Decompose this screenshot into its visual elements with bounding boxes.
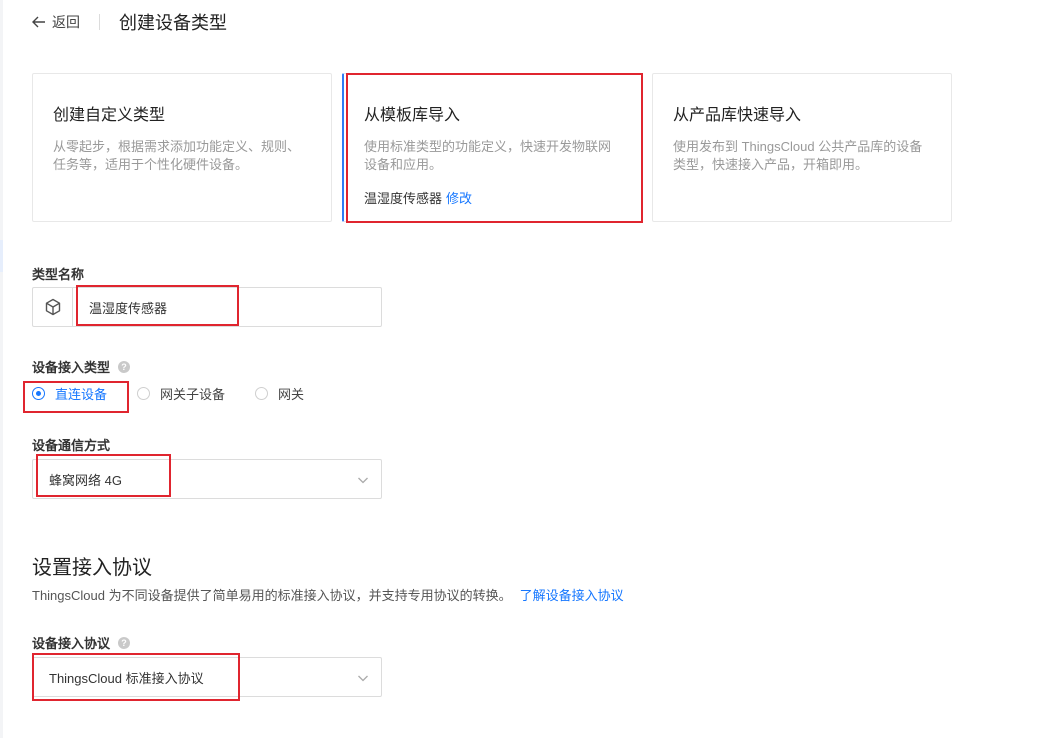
protocol-value: ThingsCloud 标准接入协议 bbox=[49, 670, 204, 686]
learn-protocol-link[interactable]: 了解设备接入协议 bbox=[520, 588, 624, 603]
access-type-radio-group: 直连设备 网关子设备 网关 bbox=[32, 384, 334, 403]
access-type-label: 设备接入类型 ? bbox=[32, 357, 131, 376]
card-product-import[interactable]: 从产品库快速导入 使用发布到 ThingsCloud 公共产品库的设备类型，快速… bbox=[652, 73, 952, 222]
radio-dot bbox=[255, 387, 269, 400]
radio-label: 网关子设备 bbox=[160, 387, 226, 402]
protocol-desc-text: ThingsCloud 为不同设备提供了简单易用的标准接入协议，并支持专用协议的… bbox=[32, 588, 512, 603]
radio-direct-device[interactable]: 直连设备 bbox=[32, 384, 107, 403]
card-desc: 使用标准类型的功能定义，快速开发物联网设备和应用。 bbox=[364, 139, 612, 172]
question-circle-icon[interactable]: ? bbox=[118, 636, 131, 649]
chevron-down-icon bbox=[358, 675, 368, 682]
comm-value: 蜂窝网络 4G bbox=[49, 472, 122, 488]
card-desc: 使用发布到 ThingsCloud 公共产品库的设备类型，快速接入产品，开箱即用… bbox=[673, 139, 923, 172]
radio-label: 直连设备 bbox=[55, 387, 108, 402]
left-edge-marker bbox=[0, 240, 3, 272]
protocol-section-desc: ThingsCloud 为不同设备提供了简单易用的标准接入协议，并支持专用协议的… bbox=[32, 585, 624, 604]
arrow-left-icon bbox=[32, 16, 45, 28]
card-title: 创建自定义类型 bbox=[53, 107, 166, 124]
radio-gateway-sub-device[interactable]: 网关子设备 bbox=[137, 384, 225, 403]
page-title: 创建设备类型 bbox=[119, 13, 227, 33]
card-title: 从产品库快速导入 bbox=[673, 107, 802, 124]
card-custom-type[interactable]: 创建自定义类型 从零起步，根据需求添加功能定义、规则、任务等，适用于个性化硬件设… bbox=[32, 73, 332, 222]
comm-select[interactable]: 蜂窝网络 4G bbox=[32, 459, 382, 499]
card-title: 从模板库导入 bbox=[364, 107, 461, 124]
card-template-import[interactable]: 从模板库导入 使用标准类型的功能定义，快速开发物联网设备和应用。 温湿度传感器修… bbox=[342, 73, 642, 222]
selected-template: 温湿度传感器 修改 bbox=[364, 188, 621, 207]
card-desc: 从零起步，根据需求添加功能定义、规则、任务等，适用于个性化硬件设备。 bbox=[53, 139, 301, 172]
page-header: 返回 创建设备类型 bbox=[32, 10, 227, 34]
protocol-section-title: 设置接入协议 bbox=[32, 557, 152, 579]
type-name-field bbox=[32, 287, 382, 327]
type-icon-button[interactable] bbox=[33, 288, 73, 326]
radio-gateway[interactable]: 网关 bbox=[255, 384, 304, 403]
comm-label: 设备通信方式 bbox=[32, 438, 111, 453]
back-label: 返回 bbox=[52, 14, 80, 30]
left-edge bbox=[0, 0, 3, 738]
cube-icon bbox=[45, 298, 60, 316]
chevron-down-icon bbox=[358, 477, 368, 484]
radio-dot bbox=[137, 387, 151, 400]
back-button[interactable]: 返回 bbox=[32, 12, 80, 32]
radio-dot bbox=[32, 387, 45, 400]
modify-link[interactable]: 修改 bbox=[446, 191, 472, 206]
protocol-label: 设备接入协议 ? bbox=[32, 633, 131, 652]
radio-label: 网关 bbox=[278, 387, 305, 402]
protocol-label-text: 设备接入协议 bbox=[32, 636, 111, 651]
access-type-label-text: 设备接入类型 bbox=[32, 360, 111, 375]
type-name-input[interactable] bbox=[73, 288, 373, 326]
header-divider bbox=[99, 14, 100, 30]
type-name-label: 类型名称 bbox=[32, 267, 85, 282]
question-circle-icon[interactable]: ? bbox=[118, 360, 131, 373]
protocol-select[interactable]: ThingsCloud 标准接入协议 bbox=[32, 657, 382, 697]
selected-template-name: 温湿度传感器 bbox=[364, 191, 443, 206]
